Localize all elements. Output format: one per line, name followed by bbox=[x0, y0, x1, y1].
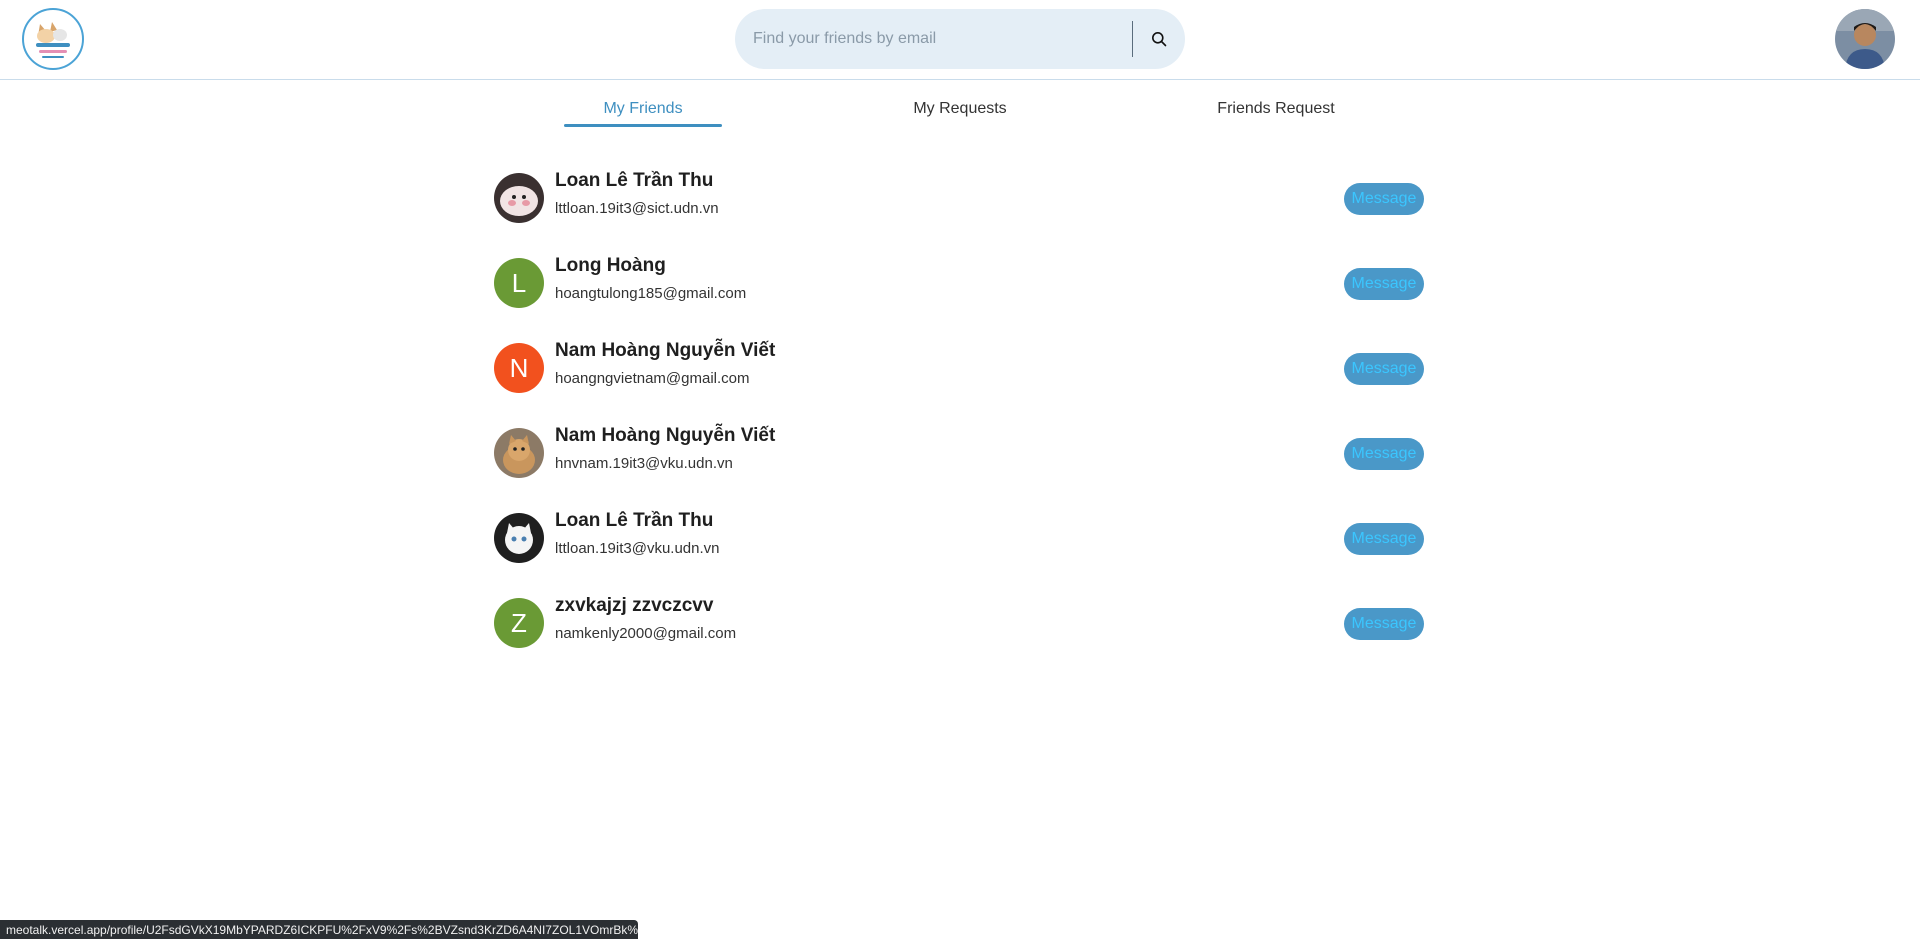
search-bar bbox=[735, 9, 1185, 69]
search-button[interactable] bbox=[1133, 9, 1185, 69]
user-avatar[interactable] bbox=[1835, 9, 1895, 69]
friend-email: hoangngvietnam@gmail.com bbox=[555, 370, 750, 387]
friend-tabs: My Friends My Requests Friends Request bbox=[0, 80, 1920, 130]
message-button[interactable]: Message bbox=[1344, 353, 1424, 385]
friend-avatar[interactable]: L bbox=[494, 258, 544, 308]
friend-name[interactable]: Nam Hoàng Nguyễn Viết bbox=[555, 340, 775, 362]
friend-avatar[interactable] bbox=[494, 428, 544, 478]
friend-row: Loan Lê Trần Thu lttloan.19it3@sict.udn.… bbox=[494, 166, 1426, 230]
friend-email: hoangtulong185@gmail.com bbox=[555, 285, 747, 302]
friend-row: Loan Lê Trần Thu lttloan.19it3@vku.udn.v… bbox=[494, 506, 1426, 570]
active-tab-indicator bbox=[564, 124, 722, 127]
friend-email: namkenly2000@gmail.com bbox=[555, 625, 737, 642]
friend-avatar[interactable]: N bbox=[494, 343, 544, 393]
friend-email: lttloan.19it3@sict.udn.vn bbox=[555, 200, 719, 217]
friend-name[interactable]: Loan Lê Trần Thu bbox=[555, 170, 713, 192]
tab-friends-request[interactable]: Friends Request bbox=[1196, 100, 1356, 128]
tab-my-requests[interactable]: My Requests bbox=[880, 100, 1040, 128]
friend-avatar[interactable] bbox=[494, 173, 544, 223]
message-button[interactable]: Message bbox=[1344, 523, 1424, 555]
message-button[interactable]: Message bbox=[1344, 608, 1424, 640]
friend-avatar[interactable]: Z bbox=[494, 598, 544, 648]
friend-email: hnvnam.19it3@vku.udn.vn bbox=[555, 455, 733, 472]
friend-row: Z zxvkajzj zzvczcvv namkenly2000@gmail.c… bbox=[494, 591, 1426, 655]
avatar-initial: L bbox=[511, 267, 527, 298]
message-button[interactable]: Message bbox=[1344, 438, 1424, 470]
friend-email: lttloan.19it3@vku.udn.vn bbox=[555, 540, 720, 557]
top-header bbox=[0, 0, 1920, 80]
friend-row: N Nam Hoàng Nguyễn Viết hoangngvietnam@g… bbox=[494, 336, 1426, 400]
friend-name[interactable]: Long Hoàng bbox=[555, 255, 666, 277]
avatar-initial: N bbox=[509, 352, 529, 383]
friend-avatar[interactable] bbox=[494, 513, 544, 563]
friend-row: Nam Hoàng Nguyễn Viết hnvnam.19it3@vku.u… bbox=[494, 421, 1426, 485]
app-logo[interactable] bbox=[22, 8, 84, 70]
friend-name[interactable]: zxvkajzj zzvczcvv bbox=[555, 595, 713, 617]
friend-row: L Long Hoàng hoangtulong185@gmail.com Me… bbox=[494, 251, 1426, 315]
friend-name[interactable]: Loan Lê Trần Thu bbox=[555, 510, 713, 532]
message-button[interactable]: Message bbox=[1344, 183, 1424, 215]
avatar-initial: Z bbox=[511, 607, 527, 638]
search-icon bbox=[1152, 32, 1167, 47]
message-button[interactable]: Message bbox=[1344, 268, 1424, 300]
friend-name[interactable]: Nam Hoàng Nguyễn Viết bbox=[555, 425, 775, 447]
search-input[interactable] bbox=[753, 9, 1133, 69]
link-preview-status-bar: meotalk.vercel.app/profile/U2FsdGVkX19Mb… bbox=[0, 920, 638, 939]
